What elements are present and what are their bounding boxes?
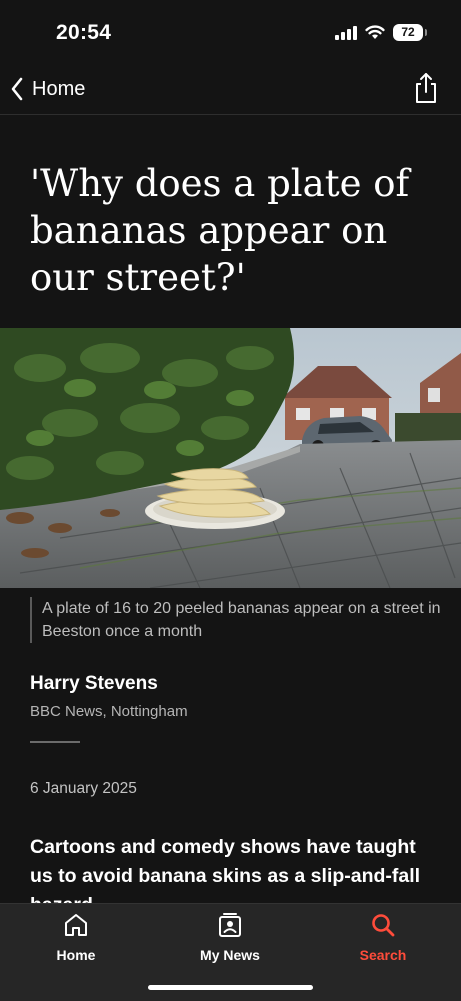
nav-bar: Home bbox=[0, 62, 461, 115]
home-indicator[interactable] bbox=[148, 985, 313, 990]
tab-my-news-label: My News bbox=[200, 947, 260, 963]
back-label: Home bbox=[32, 77, 86, 100]
battery-icon: 72 bbox=[393, 24, 427, 41]
share-button[interactable] bbox=[413, 72, 439, 104]
image-caption: A plate of 16 to 20 peeled bananas appea… bbox=[30, 597, 442, 643]
article-hero-image[interactable] bbox=[0, 328, 461, 588]
tab-search-label: Search bbox=[359, 947, 407, 963]
tab-my-news[interactable]: My News bbox=[175, 912, 285, 968]
share-icon bbox=[416, 73, 436, 103]
wifi-icon bbox=[365, 25, 385, 39]
article-date: 6 January 2025 bbox=[30, 780, 137, 797]
tab-home-label: Home bbox=[56, 947, 96, 963]
status-icons: 72 bbox=[335, 24, 427, 41]
search-icon bbox=[372, 914, 395, 937]
home-icon bbox=[65, 914, 87, 936]
cellular-signal-icon bbox=[335, 25, 357, 40]
byline-divider bbox=[30, 741, 80, 743]
back-button[interactable]: Home bbox=[10, 74, 85, 104]
article-headline: 'Why does a plate of bananas appear on o… bbox=[30, 162, 410, 299]
tab-search[interactable]: Search bbox=[328, 912, 438, 968]
chevron-left-icon bbox=[11, 77, 23, 101]
my-news-icon bbox=[219, 913, 241, 937]
status-time: 20:54 bbox=[56, 21, 112, 44]
tab-home[interactable]: Home bbox=[21, 912, 131, 968]
status-bar: 20:54 72 bbox=[0, 0, 461, 62]
author-name: Harry Stevens bbox=[30, 673, 158, 694]
author-organisation: BBC News, Nottingham bbox=[30, 703, 188, 720]
